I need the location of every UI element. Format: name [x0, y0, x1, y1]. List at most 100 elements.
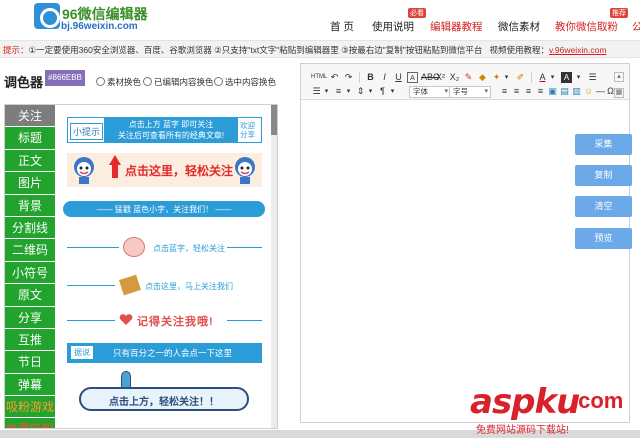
video-icon[interactable]: ▥ [571, 86, 582, 97]
material-remember-follow[interactable]: 记得关注我哦! [67, 309, 262, 331]
radio-label: 已编辑内容换色 [154, 77, 214, 87]
material-tip-line2: 关注后可查看所有的经典文章! [117, 131, 225, 140]
category-image[interactable]: 图片 [5, 172, 55, 195]
nav-get-followers[interactable]: 教你微信取粉 [555, 19, 618, 34]
chevron-down-icon[interactable]: ▾ [321, 86, 332, 97]
highlight-color-icon[interactable]: A [561, 72, 572, 83]
category-title[interactable]: 标题 [5, 127, 55, 150]
divider-line [227, 247, 262, 248]
material-tip-box[interactable]: 小提示 点击上方 蓝字 即可关注 关注后可查看所有的经典文章! 欢迎 分享 [67, 117, 262, 143]
logo-icon [34, 3, 60, 29]
subscript-icon[interactable]: X₂ [449, 72, 460, 83]
italic-icon[interactable]: I [379, 72, 390, 83]
emoji-icon[interactable]: ☺ [583, 86, 594, 97]
category-body[interactable]: 正文 [5, 149, 55, 173]
eraser-icon[interactable]: ◆ [477, 72, 488, 83]
top-nav: 首 页 使用说明 必看 编辑器教程 微信素材 教你微信取粉 推荐 公 [330, 8, 640, 35]
category-list: 关注 标题 正文 图片 背景 分割线 二维码 小符号 原文 分享 互推 节日 弹… [5, 105, 55, 428]
material-tip-line1: 点击上方 蓝字 即可关注 [128, 120, 214, 129]
material-follow-now[interactable]: 点击这里，马上关注我们 [67, 273, 262, 299]
chevron-down-icon[interactable]: ▾ [387, 86, 398, 97]
material-scrollbar[interactable] [271, 105, 277, 428]
collect-button[interactable]: 采集 [575, 134, 632, 155]
radio-selected-color[interactable]: 选中内容换色 [214, 76, 276, 88]
multi-image-icon[interactable]: ▤ [559, 86, 570, 97]
video-link[interactable]: v.96weixin.com [549, 45, 606, 55]
material-rumor-bar[interactable]: 据说 只有百分之一的人会点一下这里 [67, 343, 262, 363]
radio-label: 素材换色 [107, 77, 142, 87]
nav-editor-tutorial[interactable]: 编辑器教程 [430, 19, 483, 34]
format-painter-icon[interactable]: ✎ [463, 72, 474, 83]
watermark-sub: 免费网站源码下载站! [476, 425, 569, 436]
preview-button[interactable]: 预览 [575, 228, 632, 249]
heart-icon [119, 314, 133, 325]
material-tip-right: 欢迎 分享 [240, 121, 255, 139]
chevron-down-icon[interactable]: ▾ [501, 72, 512, 83]
nav-more[interactable]: 公 [632, 19, 640, 34]
category-festival[interactable]: 节日 [5, 351, 55, 374]
category-barrage[interactable]: 弹幕 [5, 373, 55, 397]
nav-usage-guide[interactable]: 使用说明 [372, 19, 414, 34]
chevron-down-icon[interactable]: ▾ [365, 86, 376, 97]
category-share[interactable]: 分享 [5, 306, 55, 329]
nav-wechat-materials[interactable]: 微信素材 [498, 19, 540, 34]
brush-icon[interactable]: ✐ [515, 72, 526, 83]
strikethrough-icon[interactable]: ABC [421, 72, 440, 83]
radio-edited-color[interactable]: 已编辑内容换色 [143, 76, 214, 88]
category-symbols[interactable]: 小符号 [5, 261, 55, 285]
font-family-select[interactable]: 字体 [409, 86, 451, 98]
hint-items: ①一定要使用360安全浏览器、百度、谷歌浏览器 ②只支持"txt文字"粘贴到编辑… [28, 45, 483, 55]
radio-icon [96, 77, 105, 86]
material-rumor-tag: 据说 [71, 346, 93, 359]
radio-label: 选中内容换色 [225, 77, 277, 87]
category-follow[interactable]: 关注 [5, 105, 55, 128]
material-click-above[interactable]: 点击上方，轻松关注！！ [79, 387, 249, 411]
radio-material-color[interactable]: 素材换色 [96, 76, 141, 88]
toolbar-scroll-up[interactable]: ▴ [614, 72, 624, 82]
align-left-icon[interactable]: ≡ [499, 86, 510, 97]
color-swatch[interactable]: #866EBB [45, 70, 85, 86]
align-center-icon[interactable]: ≡ [511, 86, 522, 97]
hint-prefix: 提示： [3, 45, 29, 55]
toolbar-table-icon[interactable]: ▦ [614, 88, 624, 98]
category-mutual-promo[interactable]: 互推 [5, 328, 55, 352]
align-right-icon[interactable]: ≡ [523, 86, 534, 97]
material-pig-follow[interactable]: 点击蓝字，轻松关注 [67, 235, 262, 261]
copy-button[interactable]: 复制 [575, 165, 632, 186]
divider-line [67, 247, 119, 248]
image-icon[interactable]: ▣ [547, 86, 558, 97]
clear-button[interactable]: 清空 [575, 196, 632, 217]
color-picker-label: 调色器 [4, 75, 44, 90]
chevron-down-icon[interactable]: ▾ [573, 72, 584, 83]
category-original[interactable]: 原文 [5, 284, 55, 307]
align-justify-icon[interactable]: ≡ [535, 86, 546, 97]
scrollbar-thumb[interactable] [271, 105, 277, 135]
chevron-down-icon[interactable]: ▾ [343, 86, 354, 97]
chevron-down-icon[interactable]: ▾ [547, 72, 558, 83]
category-games[interactable]: 吸粉游戏 [5, 396, 55, 419]
font-size-select[interactable]: 字号 [449, 86, 491, 98]
border-icon[interactable]: A [407, 72, 418, 83]
undo-icon[interactable]: ↶ [329, 72, 340, 83]
category-qrcode[interactable]: 二维码 [5, 239, 55, 262]
superscript-icon[interactable]: X² [435, 72, 446, 83]
list-icon[interactable]: ☰ [587, 72, 598, 83]
material-pig-text: 点击蓝字，轻松关注 [153, 244, 225, 253]
underline-icon[interactable]: U [393, 72, 404, 83]
html-source-icon[interactable]: HTML [311, 72, 327, 83]
material-remember-text: 记得关注我哦! [137, 316, 214, 328]
category-divider[interactable]: 分割线 [5, 216, 55, 240]
redo-icon[interactable]: ↷ [343, 72, 354, 83]
radio-icon [214, 77, 223, 86]
material-poke-blue-bar[interactable]: —— 猛戳 蓝色小字，关注我们！ —— [63, 201, 265, 217]
category-background[interactable]: 背景 [5, 194, 55, 217]
material-click-above-text: 点击上方，轻松关注！！ [109, 397, 219, 408]
nav-home[interactable]: 首 页 [330, 19, 354, 34]
material-click-here-banner[interactable]: 点击这里，轻松关注 [67, 153, 262, 187]
category-free-followers[interactable]: 免费吸粉 [5, 418, 55, 428]
toolbar-separator [531, 72, 532, 83]
site-logo[interactable]: 96微信编辑器 bj.96weixin.com [34, 3, 148, 34]
bold-icon[interactable]: B [365, 72, 376, 83]
toolbar-separator [359, 72, 360, 83]
material-rumor-text: 只有百分之一的人会点一下这里 [113, 348, 233, 358]
